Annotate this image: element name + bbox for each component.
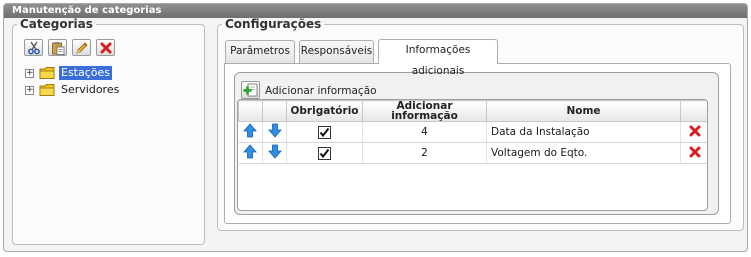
info-name: Data da Instalação: [486, 121, 681, 143]
tree-node-servidores[interactable]: + Servidores: [25, 83, 185, 97]
tab-parametros[interactable]: Parâmetros: [225, 40, 295, 63]
paste-button[interactable]: [48, 39, 67, 56]
delete-icon[interactable]: [689, 146, 701, 158]
arrow-up-icon[interactable]: [243, 144, 258, 159]
tree-label[interactable]: Servidores: [59, 83, 121, 97]
checkmark-icon: [319, 148, 330, 158]
col-header-move-up: [238, 100, 263, 122]
required-checkbox[interactable]: [318, 125, 331, 139]
required-cell: [286, 121, 363, 143]
add-document-icon: [243, 83, 258, 97]
edit-button[interactable]: [72, 39, 91, 56]
folder-icon: [39, 84, 55, 96]
col-header-delete: [680, 100, 707, 122]
additional-info-section: Adicionar informação Obrigatório Adicion…: [234, 72, 719, 215]
col-header-move-down: [262, 100, 287, 122]
tab-label: Responsáveis: [300, 45, 373, 57]
checkmark-icon: [319, 127, 330, 137]
required-checkbox[interactable]: [318, 146, 331, 160]
categories-legend: Categorias: [20, 17, 93, 31]
window-title: Manutenção de categorias: [4, 4, 747, 18]
table-header-row: Obrigatório Adicionar informação Nome: [238, 100, 707, 122]
delete-button[interactable]: [96, 39, 115, 56]
tree-label[interactable]: Estações: [59, 66, 113, 80]
tree-node-estacoes[interactable]: + Estações: [25, 66, 185, 80]
required-cell: [286, 142, 363, 164]
arrow-down-icon[interactable]: [267, 123, 282, 138]
move-up-cell: [238, 121, 263, 143]
move-down-cell: [262, 121, 287, 143]
clipboard-icon: [52, 42, 65, 55]
move-down-cell: [262, 142, 287, 164]
tab-informacoes-adicionais[interactable]: Informações adicionais: [378, 39, 498, 77]
tab-label: Informações adicionais: [405, 44, 471, 77]
delete-cell: [680, 142, 707, 164]
table-row: 4 Data da Instalação: [238, 121, 707, 143]
additional-info-table: Obrigatório Adicionar informação Nome 4 …: [237, 99, 708, 211]
move-up-cell: [238, 142, 263, 164]
delete-cell: [680, 121, 707, 143]
col-header-add-info[interactable]: Adicionar informação: [362, 100, 487, 122]
add-info-label[interactable]: Adicionar informação: [265, 85, 377, 97]
col-header-required[interactable]: Obrigatório: [286, 100, 363, 122]
info-name: Voltagem do Eqto.: [486, 142, 681, 164]
scissors-icon: [28, 41, 40, 55]
tab-responsaveis[interactable]: Responsáveis: [299, 40, 374, 63]
folder-icon: [39, 67, 55, 79]
delete-icon[interactable]: [689, 125, 701, 137]
tab-panel-informacoes: Adicionar informação Obrigatório Adicion…: [224, 63, 731, 224]
add-info-value: 4: [362, 121, 487, 143]
expand-icon[interactable]: +: [25, 86, 34, 95]
arrow-down-icon[interactable]: [267, 144, 282, 159]
add-info-button[interactable]: [241, 81, 260, 99]
expand-icon[interactable]: +: [25, 69, 34, 78]
table-row: 2 Voltagem do Eqto.: [238, 142, 707, 164]
category-maintenance-window: Manutenção de categorias Categorias + Es…: [3, 3, 748, 252]
close-icon: [100, 42, 112, 54]
cut-button[interactable]: [24, 39, 43, 56]
pencil-icon: [76, 42, 88, 54]
add-info-value: 2: [362, 142, 487, 164]
arrow-up-icon[interactable]: [243, 123, 258, 138]
col-header-name[interactable]: Nome: [486, 100, 681, 122]
tab-label: Parâmetros: [230, 45, 290, 57]
config-legend: Configurações: [225, 17, 322, 31]
